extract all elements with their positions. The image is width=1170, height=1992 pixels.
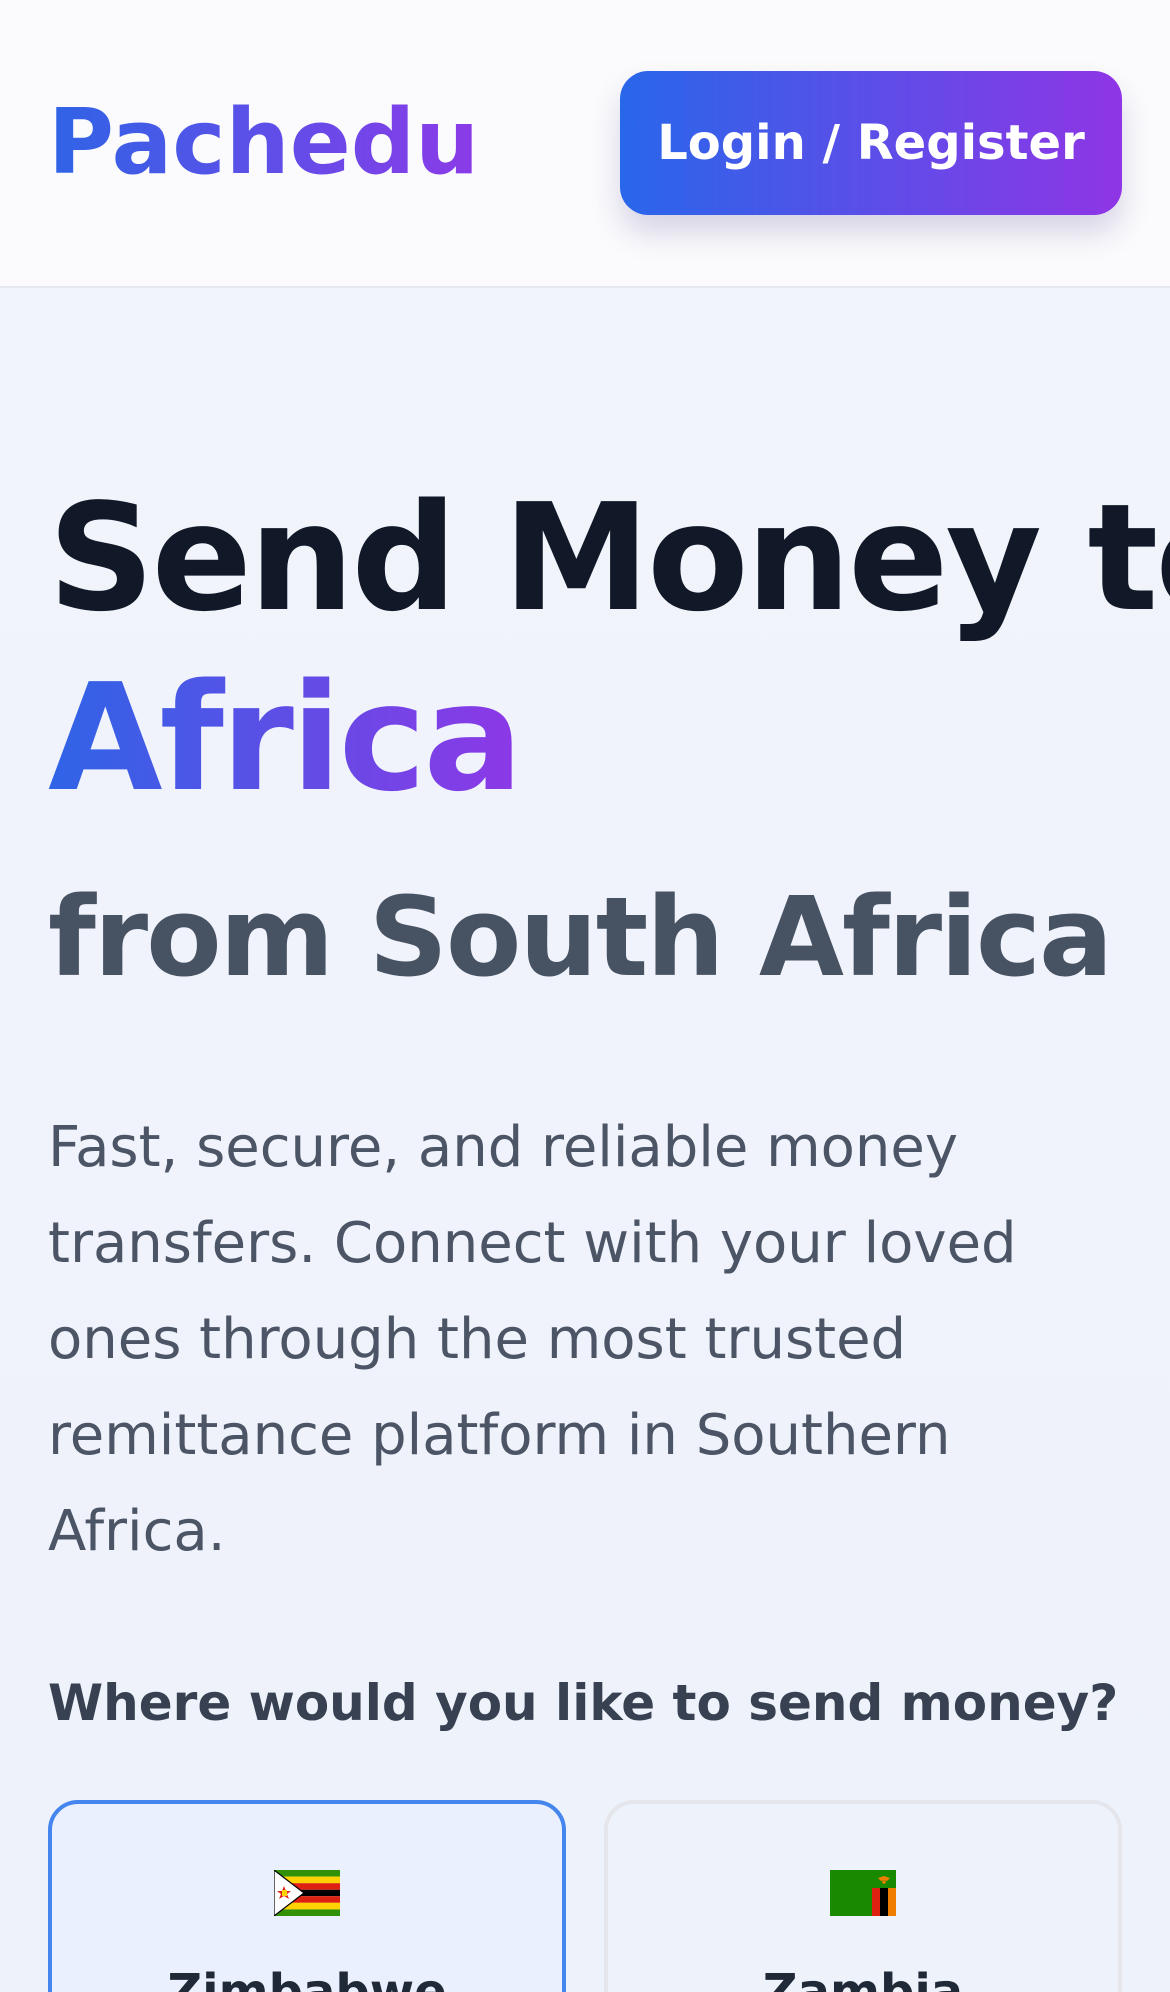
country-card-zimbabwe[interactable]: Zimbabwe	[48, 1800, 566, 1992]
hero-subtitle: from South Africa	[48, 873, 1113, 1001]
top-header: Pachedu Login / Register	[0, 0, 1170, 288]
brand-logo[interactable]: Pachedu	[48, 98, 479, 188]
hero-title-line1: Send Money to	[48, 472, 1170, 644]
zimbabwe-flag-icon	[274, 1870, 340, 1916]
hero-description: Fast, secure, and reliable money transfe…	[48, 1115, 1017, 1564]
login-register-button[interactable]: Login / Register	[620, 71, 1122, 215]
country-card-zambia[interactable]: Zambia	[604, 1800, 1122, 1992]
hero-title-highlight: Africa	[48, 652, 523, 824]
country-selector: Zimbabwe Zambia	[48, 1800, 1122, 1992]
country-name-zimbabwe: Zimbabwe	[167, 1964, 447, 1992]
zambia-flag-icon	[830, 1870, 896, 1916]
page: Pachedu Login / Register Send Money to A…	[0, 0, 1170, 1992]
destination-prompt: Where would you like to send money?	[48, 1674, 1119, 1732]
country-name-zambia: Zambia	[762, 1964, 964, 1992]
